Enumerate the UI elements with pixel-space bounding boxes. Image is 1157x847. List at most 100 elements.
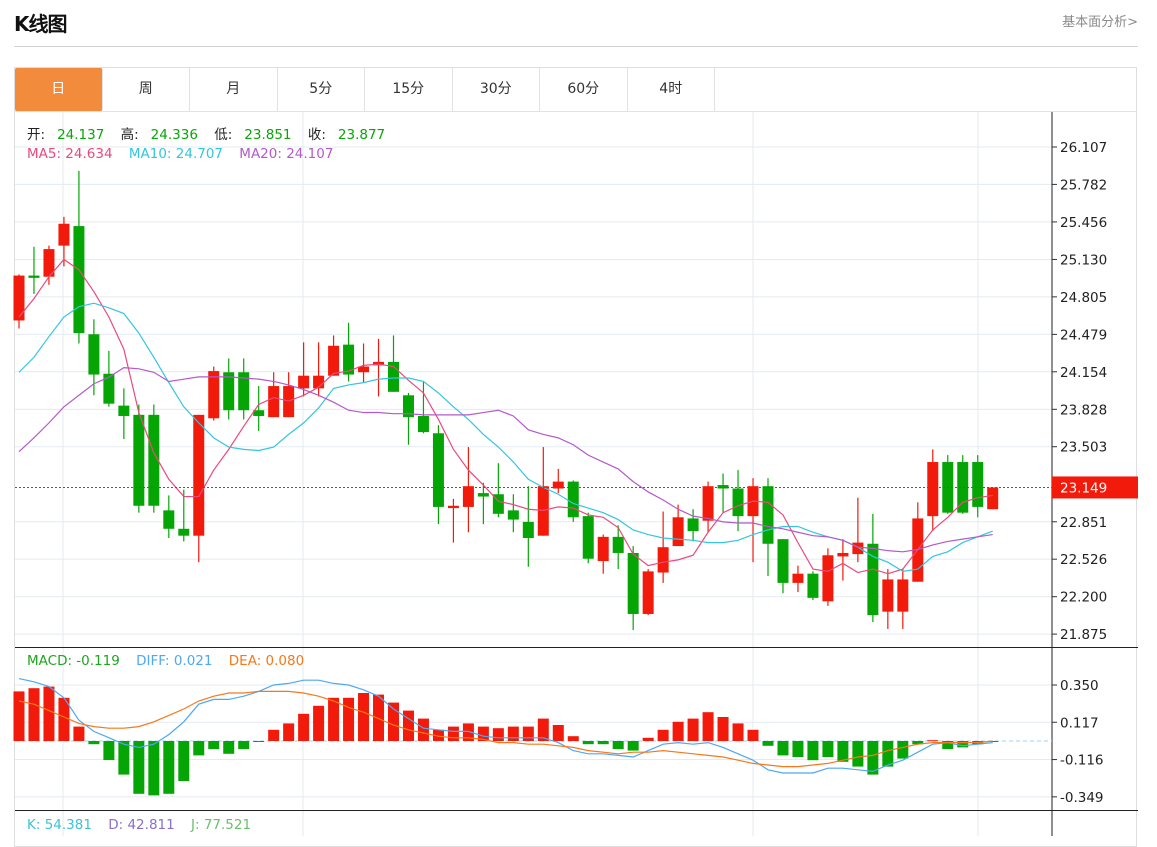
candle-body <box>897 579 909 612</box>
candle-body <box>837 552 849 557</box>
candle-down <box>223 358 235 420</box>
candle-down <box>942 455 954 514</box>
price-axis-label: 22.851 <box>1060 515 1107 531</box>
candle-body <box>447 505 459 509</box>
candle-up <box>358 343 370 383</box>
ma10-value: MA10: 24.707 <box>128 146 223 162</box>
candle-body <box>582 516 594 559</box>
candle-body <box>852 542 864 555</box>
macd-bar <box>358 693 370 741</box>
candle-down <box>432 425 444 525</box>
candle-body <box>178 528 190 536</box>
candle-body <box>612 536 624 553</box>
candle-down <box>163 495 175 538</box>
candle-up <box>328 335 340 376</box>
candle-body <box>298 375 310 389</box>
low-value: 23.851 <box>244 127 292 143</box>
candle-body <box>58 223 70 246</box>
macd-bar <box>148 741 160 796</box>
candle-body <box>732 488 744 517</box>
macd-bar <box>73 726 85 741</box>
candle-down <box>28 246 40 294</box>
macd-bar <box>238 741 250 749</box>
macd-bar <box>762 741 774 746</box>
candle-down <box>972 455 984 518</box>
candle-down <box>522 486 534 567</box>
close-label: 收: <box>307 127 326 143</box>
candle-up <box>13 274 25 329</box>
macd-bar <box>657 729 669 741</box>
candle-body <box>477 493 489 497</box>
candle-body <box>133 414 145 506</box>
macd-bar <box>193 741 205 756</box>
candle-up <box>552 468 564 494</box>
candle-body <box>118 405 130 416</box>
macd-bar <box>43 686 55 741</box>
candle-up <box>897 569 909 629</box>
macd-bar <box>88 741 100 745</box>
candle-up <box>268 372 280 418</box>
macd-bar <box>13 691 25 741</box>
macd-bar <box>822 741 834 757</box>
candle-down <box>612 525 624 570</box>
macd-bar <box>897 741 909 759</box>
candle-body <box>522 521 534 538</box>
high-value: 24.336 <box>150 127 198 143</box>
macd-bar <box>522 726 534 741</box>
candle-up <box>642 569 654 616</box>
candle-up <box>747 478 759 563</box>
candle-body <box>73 226 85 334</box>
macd-bar <box>328 697 340 741</box>
ma20-value: MA20: 24.107 <box>239 146 334 162</box>
candle-up <box>927 449 939 532</box>
macd-bar <box>552 725 564 741</box>
macd-bar <box>373 694 385 741</box>
candle-down <box>777 539 789 594</box>
candle-body <box>28 275 40 278</box>
candle-body <box>957 462 969 513</box>
price-axis-label: 23.503 <box>1060 440 1107 456</box>
candle-body <box>88 334 100 375</box>
candle-body <box>193 414 205 536</box>
candle-body <box>807 573 819 598</box>
candle-body <box>208 371 220 419</box>
macd-bar <box>103 741 115 761</box>
ma5-value: MA5: 24.634 <box>27 146 113 162</box>
candle-down <box>957 455 969 514</box>
ma10-line <box>18 302 993 573</box>
candle-body <box>672 517 684 547</box>
candle-up <box>373 338 385 397</box>
macd-bar <box>627 741 639 751</box>
candle-body <box>762 486 774 544</box>
macd-bar <box>417 718 429 741</box>
candle-down <box>867 513 879 623</box>
price-axis-label: 24.805 <box>1060 290 1107 306</box>
macd-bar <box>612 741 624 749</box>
price-axis-label: 25.130 <box>1060 252 1107 268</box>
candle-body <box>702 486 714 521</box>
close-value: 23.877 <box>337 127 386 143</box>
low-label: 低: <box>214 127 233 143</box>
candle-body <box>417 415 429 433</box>
candle-body <box>552 481 564 489</box>
candle-down <box>717 473 729 513</box>
macd-bar <box>447 726 459 741</box>
macd-axis-label: 0.350 <box>1060 678 1099 694</box>
candle-up <box>702 481 714 533</box>
candle-body <box>432 433 444 507</box>
candle-up <box>208 366 220 421</box>
macd-bar <box>402 710 414 741</box>
candle-up <box>837 539 849 581</box>
d-value: D: 42.811 <box>108 817 175 833</box>
kdj-legend: K: 54.381 D: 42.811 J: 77.521 <box>27 817 263 833</box>
candle-body <box>777 539 789 583</box>
candle-down <box>402 392 414 445</box>
candle-down <box>178 489 190 542</box>
candle-down <box>133 404 145 513</box>
candle-body <box>328 345 340 376</box>
macd-legend: MACD: -0.119 DIFF: 0.021 DEA: 0.080 <box>27 653 316 669</box>
ohlc-legend: 开: 24.137 高: 24.336 低: 23.851 收: 23.877 <box>27 123 397 143</box>
macd-bar <box>343 697 355 741</box>
macd-bar <box>702 712 714 741</box>
high-label: 高: <box>120 127 139 143</box>
